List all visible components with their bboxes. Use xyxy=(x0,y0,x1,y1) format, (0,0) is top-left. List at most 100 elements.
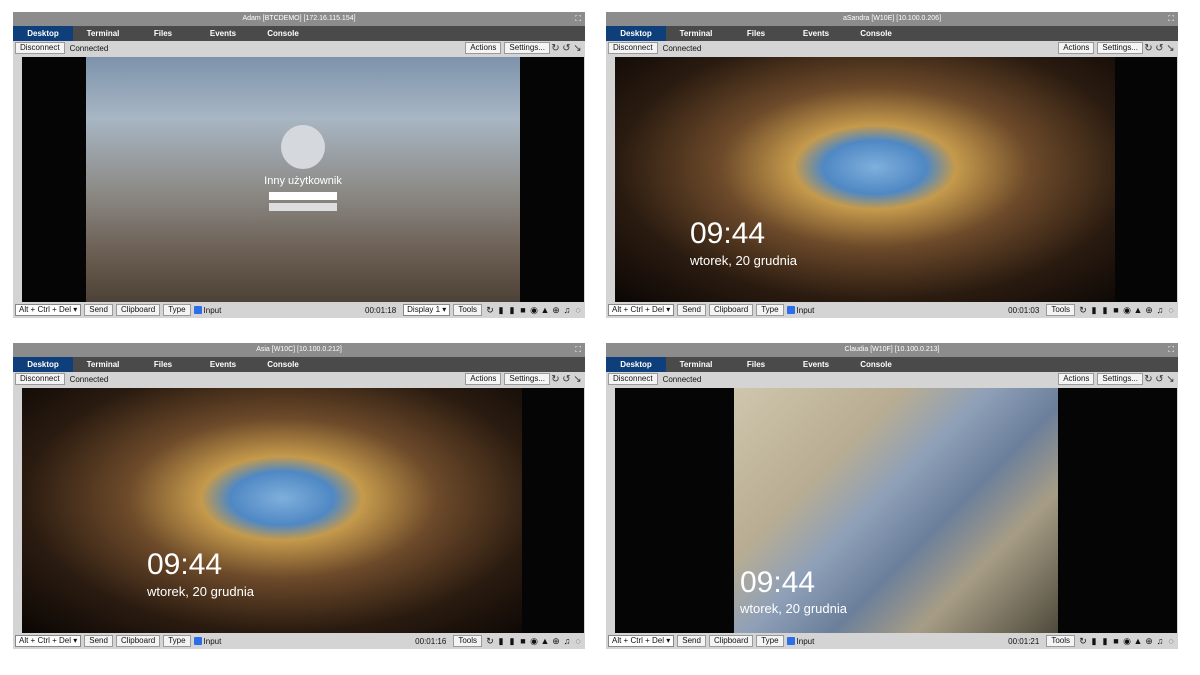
tab-files[interactable]: Files xyxy=(133,26,193,41)
send-button[interactable]: Send xyxy=(677,304,706,316)
settings-button[interactable]: Settings... xyxy=(504,42,550,54)
input-checkbox[interactable]: Input xyxy=(786,306,814,315)
remote-screen[interactable]: 09:44 wtorek, 20 grudnia xyxy=(615,57,1177,302)
bell-icon[interactable]: ♫ xyxy=(1155,305,1165,316)
fullscreen-icon[interactable]: ⛶ xyxy=(1168,343,1174,357)
tab-events[interactable]: Events xyxy=(193,357,253,372)
disconnect-button[interactable]: Disconnect xyxy=(15,42,65,54)
input-checkbox[interactable]: Input xyxy=(786,637,814,646)
cad-select[interactable]: Alt + Ctrl + Del ▾ xyxy=(15,304,82,316)
video-icon[interactable]: ■ xyxy=(518,636,528,647)
resize-icon[interactable]: ↘ xyxy=(1165,374,1176,385)
tab-terminal[interactable]: Terminal xyxy=(73,357,133,372)
resize-icon[interactable]: ↘ xyxy=(572,43,583,54)
rotate-icon[interactable]: ↺ xyxy=(1154,374,1165,385)
video-icon[interactable]: ■ xyxy=(1111,305,1121,316)
upload-icon[interactable]: ▮ xyxy=(507,636,517,647)
camera-icon[interactable]: ◉ xyxy=(1122,636,1132,647)
type-button[interactable]: Type xyxy=(756,304,784,316)
globe-icon[interactable]: ⊕ xyxy=(1144,636,1154,647)
cad-select[interactable]: Alt + Ctrl + Del ▾ xyxy=(15,635,82,647)
clipboard-button[interactable]: Clipboard xyxy=(115,304,161,316)
tab-terminal[interactable]: Terminal xyxy=(73,26,133,41)
tab-desktop[interactable]: Desktop xyxy=(606,357,666,372)
refresh-icon[interactable]: ↻ xyxy=(1078,636,1088,647)
upload-icon[interactable]: ▮ xyxy=(507,305,517,316)
resize-icon[interactable]: ↘ xyxy=(572,374,583,385)
type-button[interactable]: Type xyxy=(163,304,191,316)
globe-icon[interactable]: ⊕ xyxy=(551,636,561,647)
cad-select[interactable]: Alt + Ctrl + Del ▾ xyxy=(608,304,675,316)
tools-button[interactable]: Tools xyxy=(1046,304,1075,316)
tools-button[interactable]: Tools xyxy=(453,635,482,647)
clipboard-button[interactable]: Clipboard xyxy=(708,635,754,647)
cad-select[interactable]: Alt + Ctrl + Del ▾ xyxy=(608,635,675,647)
lock-icon[interactable]: ▲ xyxy=(540,305,550,316)
tab-desktop[interactable]: Desktop xyxy=(606,26,666,41)
file-icon[interactable]: ▮ xyxy=(1089,305,1099,316)
tab-terminal[interactable]: Terminal xyxy=(666,357,726,372)
tab-files[interactable]: Files xyxy=(726,357,786,372)
lock-icon[interactable]: ▲ xyxy=(1133,636,1143,647)
remote-screen[interactable]: 09:44 wtorek, 20 grudnia xyxy=(22,388,584,633)
chat-icon[interactable]: ◌ xyxy=(573,636,583,647)
fullscreen-icon[interactable]: ⛶ xyxy=(575,12,581,26)
lock-icon[interactable]: ▲ xyxy=(540,636,550,647)
video-icon[interactable]: ■ xyxy=(518,305,528,316)
remote-screen[interactable]: 09:44 wtorek, 20 grudnia xyxy=(615,388,1177,633)
globe-icon[interactable]: ⊕ xyxy=(551,305,561,316)
settings-button[interactable]: Settings... xyxy=(504,373,550,385)
camera-icon[interactable]: ◉ xyxy=(529,636,539,647)
tab-console[interactable]: Console xyxy=(253,357,313,372)
actions-button[interactable]: Actions xyxy=(1058,42,1095,54)
refresh-icon[interactable]: ↻ xyxy=(1143,374,1154,385)
type-button[interactable]: Type xyxy=(756,635,784,647)
tools-button[interactable]: Tools xyxy=(453,304,482,316)
actions-button[interactable]: Actions xyxy=(465,373,502,385)
rotate-icon[interactable]: ↺ xyxy=(561,43,572,54)
disconnect-button[interactable]: Disconnect xyxy=(15,373,65,385)
tab-console[interactable]: Console xyxy=(846,357,906,372)
bell-icon[interactable]: ♫ xyxy=(562,305,572,316)
upload-icon[interactable]: ▮ xyxy=(1100,305,1110,316)
tab-files[interactable]: Files xyxy=(133,357,193,372)
refresh-icon[interactable]: ↻ xyxy=(485,636,495,647)
refresh-icon[interactable]: ↻ xyxy=(485,305,495,316)
refresh-icon[interactable]: ↻ xyxy=(550,374,561,385)
settings-button[interactable]: Settings... xyxy=(1097,42,1143,54)
chat-icon[interactable]: ◌ xyxy=(1166,636,1176,647)
username-field[interactable] xyxy=(269,192,337,200)
file-icon[interactable]: ▮ xyxy=(1089,636,1099,647)
camera-icon[interactable]: ◉ xyxy=(1122,305,1132,316)
tab-events[interactable]: Events xyxy=(193,26,253,41)
actions-button[interactable]: Actions xyxy=(465,42,502,54)
refresh-icon[interactable]: ↻ xyxy=(550,43,561,54)
send-button[interactable]: Send xyxy=(84,304,113,316)
fullscreen-icon[interactable]: ⛶ xyxy=(1168,12,1174,26)
send-button[interactable]: Send xyxy=(677,635,706,647)
upload-icon[interactable]: ▮ xyxy=(1100,636,1110,647)
tab-events[interactable]: Events xyxy=(786,357,846,372)
clipboard-button[interactable]: Clipboard xyxy=(115,635,161,647)
tab-desktop[interactable]: Desktop xyxy=(13,357,73,372)
clipboard-button[interactable]: Clipboard xyxy=(708,304,754,316)
globe-icon[interactable]: ⊕ xyxy=(1144,305,1154,316)
video-icon[interactable]: ■ xyxy=(1111,636,1121,647)
password-field[interactable] xyxy=(269,203,337,211)
rotate-icon[interactable]: ↺ xyxy=(1154,43,1165,54)
tab-console[interactable]: Console xyxy=(253,26,313,41)
display-select[interactable]: Display 1 ▾ xyxy=(403,304,451,316)
bell-icon[interactable]: ♫ xyxy=(562,636,572,647)
input-checkbox[interactable]: Input xyxy=(193,306,221,315)
bell-icon[interactable]: ♫ xyxy=(1155,636,1165,647)
refresh-icon[interactable]: ↻ xyxy=(1143,43,1154,54)
refresh-icon[interactable]: ↻ xyxy=(1078,305,1088,316)
file-icon[interactable]: ▮ xyxy=(496,305,506,316)
tab-terminal[interactable]: Terminal xyxy=(666,26,726,41)
tab-files[interactable]: Files xyxy=(726,26,786,41)
fullscreen-icon[interactable]: ⛶ xyxy=(575,343,581,357)
tab-console[interactable]: Console xyxy=(846,26,906,41)
tab-events[interactable]: Events xyxy=(786,26,846,41)
resize-icon[interactable]: ↘ xyxy=(1165,43,1176,54)
file-icon[interactable]: ▮ xyxy=(496,636,506,647)
